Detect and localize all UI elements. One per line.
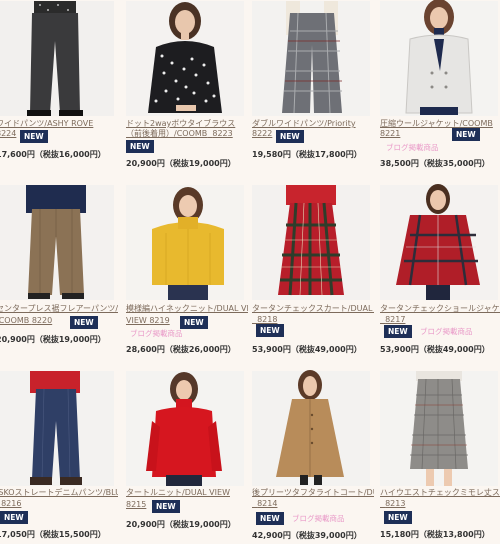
- product-code[interactable]: 8213: [380, 499, 500, 509]
- product-code[interactable]: 8215: [126, 500, 152, 510]
- new-badge: NEW: [256, 512, 284, 525]
- product-name[interactable]: ダブルワイドパンツ/Priority: [252, 119, 374, 129]
- new-badge: NEW: [384, 325, 412, 338]
- product-price: 20,900円（税抜19,000円）: [126, 159, 236, 168]
- product-price: 28,600円（税抜26,000円）: [126, 345, 236, 354]
- product-price: 53,900円（税抜49,000円）: [380, 345, 490, 354]
- product-price: 20,900円（税抜19,000円）: [126, 520, 236, 529]
- product-image[interactable]: [126, 370, 244, 486]
- product-code[interactable]: 8221: [380, 129, 440, 139]
- product-image[interactable]: [0, 0, 114, 116]
- product-name[interactable]: 後プリーツタフタライトコート/DUAL VIEW: [252, 488, 374, 498]
- new-badge: NEW: [180, 316, 208, 329]
- blog-badge: ブログ掲載商品: [386, 143, 439, 152]
- product-image[interactable]: [380, 184, 498, 300]
- product-name[interactable]: センタープレス裾フレアーパンツ/COOMB: [0, 304, 118, 314]
- new-badge: NEW: [276, 130, 304, 143]
- new-badge: NEW: [384, 511, 412, 524]
- product-price: 17,050円（税抜15,500円）: [0, 530, 106, 539]
- product-price: 17,600円（税抜16,000円）: [0, 150, 106, 159]
- product-price: 19,580円（税抜17,800円）: [252, 150, 362, 159]
- product-image[interactable]: [126, 184, 244, 300]
- product-price: 15,180円（税抜13,800円）: [380, 530, 490, 539]
- product-name[interactable]: ハイウエストチェックミモレ丈スカート/Arumlily: [380, 488, 500, 498]
- product-name[interactable]: タータンチェックショールジャケット/DUAL VIEW: [380, 304, 500, 314]
- product-price: 20,900円（税抜19,000円）: [0, 335, 106, 344]
- product-code[interactable]: 8214: [252, 499, 372, 509]
- new-badge: NEW: [126, 140, 154, 153]
- product-name[interactable]: ワイドパンツ/ASHY ROVE: [0, 119, 118, 129]
- product-image[interactable]: [252, 0, 370, 116]
- blog-badge: ブログ掲載商品: [292, 514, 345, 523]
- new-badge: NEW: [70, 316, 98, 329]
- product-image[interactable]: [252, 370, 370, 486]
- product-image[interactable]: [380, 370, 498, 486]
- new-badge: NEW: [152, 500, 180, 513]
- product-name[interactable]: タートルニット/DUAL VIEW: [126, 488, 248, 498]
- product-image[interactable]: [0, 184, 114, 300]
- product-code[interactable]: 8216: [0, 499, 118, 509]
- product-name[interactable]: 模様編ハイネックニット/DUAL VIEW: [126, 304, 248, 314]
- blog-badge: ブログ掲載商品: [420, 327, 473, 336]
- product-price: 53,900円（税抜49,000円）: [252, 345, 362, 354]
- product-image[interactable]: [0, 370, 114, 486]
- new-badge: NEW: [0, 511, 28, 524]
- new-badge: NEW: [452, 128, 480, 141]
- product-price: 42,900円（税抜39,000円）: [252, 531, 362, 540]
- product-code[interactable]: 8217: [380, 315, 500, 325]
- new-badge: NEW: [256, 324, 284, 337]
- product-image[interactable]: [380, 0, 498, 116]
- product-code[interactable]: VIEW 8219: [126, 316, 178, 326]
- product-image[interactable]: [252, 184, 370, 300]
- product-price: 38,500円（税抜35,000円）: [380, 159, 490, 168]
- product-name[interactable]: 圧縮ウールジャケット/COOMB: [380, 119, 500, 129]
- blog-badge: ブログ掲載商品: [130, 329, 183, 338]
- product-code[interactable]: /COOMB 8220: [0, 316, 66, 326]
- product-name[interactable]: タータンチェックスカート/DUAL VIEW: [252, 304, 374, 314]
- product-name[interactable]: ドット2wayボウタイブラウス（前後着用）/COOMB 8223: [126, 119, 248, 139]
- new-badge: NEW: [20, 130, 48, 143]
- product-image[interactable]: [126, 0, 244, 116]
- product-name[interactable]: ISKOストレートデニムパンツ/BLUE FRONCE: [0, 488, 118, 498]
